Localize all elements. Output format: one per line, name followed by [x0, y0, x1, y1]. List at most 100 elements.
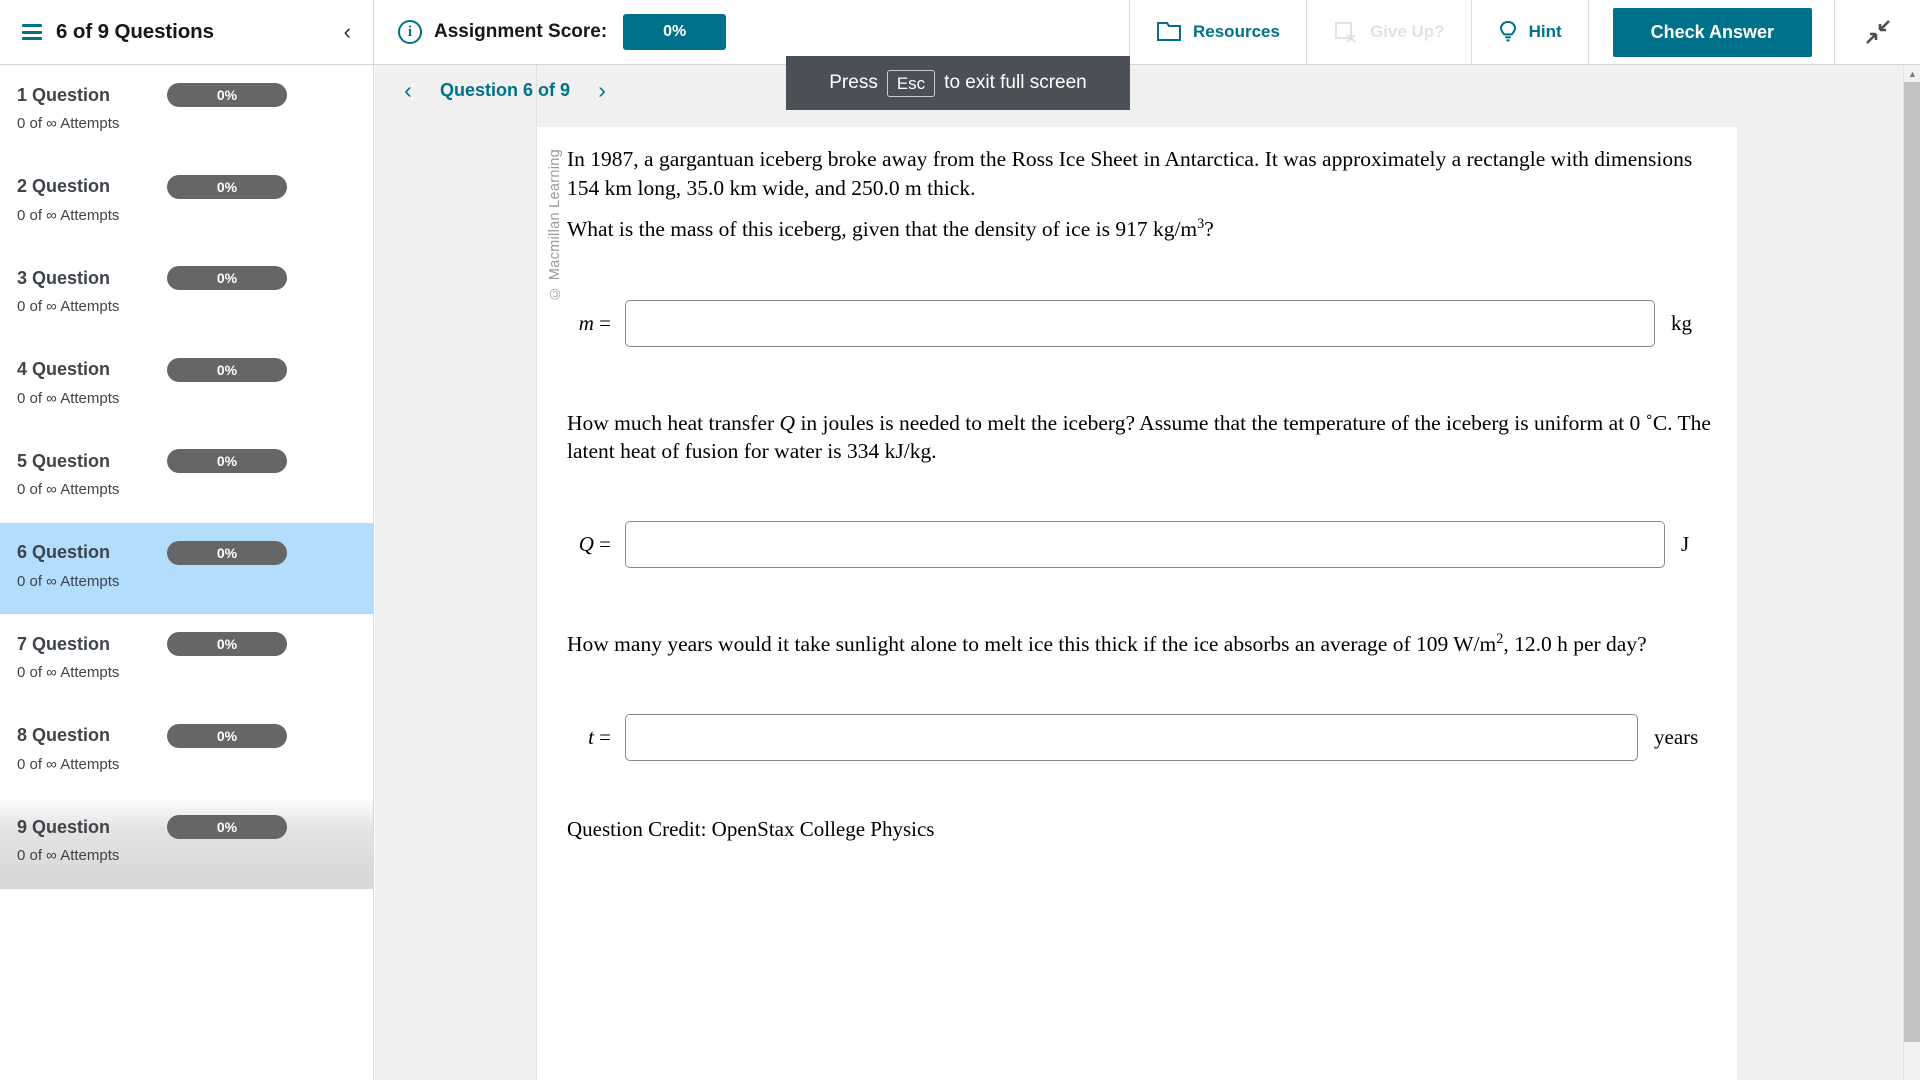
answer-input-mass[interactable] — [625, 299, 1655, 347]
assignment-score-label: Assignment Score: — [434, 21, 608, 42]
paragraph-4-post: , 12.0 h per day? — [1503, 631, 1647, 656]
hint-button[interactable]: Hint — [1470, 0, 1588, 64]
resources-button[interactable]: Resources — [1129, 0, 1306, 64]
sidebar-item-question-2[interactable]: 2 Question 0% 0 of ∞ Attempts — [0, 157, 373, 249]
question-score-pill: 0% — [167, 266, 287, 290]
answer-row-heat: Q = J — [567, 520, 1715, 568]
question-attempts: 0 of ∞ Attempts — [17, 389, 120, 407]
question-paragraph-4: How many years would it take sunlight al… — [567, 630, 1715, 659]
hamburger-icon[interactable] — [22, 24, 42, 40]
questions-panel-header: 6 of 9 Questions ‹ — [0, 0, 374, 64]
question-score-pill: 0% — [167, 449, 287, 473]
answer-input-heat[interactable] — [625, 520, 1665, 568]
lightbulb-icon — [1498, 20, 1518, 44]
question-paragraph-3: How much heat transfer Q in joules is ne… — [567, 409, 1715, 466]
give-up-button: Give Up? — [1305, 0, 1471, 64]
next-question-button[interactable]: › — [582, 79, 622, 102]
page-scrollbar[interactable]: ▲ — [1903, 65, 1920, 1080]
equals-sign: = — [599, 724, 611, 749]
question-attempts: 0 of ∞ Attempts — [17, 115, 120, 132]
check-answer-button[interactable]: Check Answer — [1612, 7, 1812, 57]
resources-label: Resources — [1193, 22, 1280, 41]
question-attempts: 0 of ∞ Attempts — [17, 572, 120, 590]
paragraph-4-pre: How many years would it take sunlight al… — [567, 631, 1497, 656]
assignment-score-group: i Assignment Score: 0% — [374, 0, 750, 64]
question-name: 7 Question — [17, 633, 111, 654]
sidebar-item-question-7[interactable]: 7 Question 0% 0 of ∞ Attempts — [0, 614, 373, 706]
chevron-left-icon[interactable]: ‹ — [344, 21, 351, 43]
question-name: 5 Question — [17, 450, 111, 471]
answer-unit-kg: kg — [1671, 310, 1692, 335]
paragraph-3-a: How much heat transfer — [567, 410, 780, 435]
question-paragraph-2: What is the mass of this iceberg, given … — [567, 215, 1715, 244]
exit-fullscreen-icon[interactable] — [1834, 0, 1920, 64]
assignment-score-badge: 0% — [623, 14, 727, 50]
question-name: 6 Question — [17, 542, 111, 562]
fullscreen-toast: Press Esc to exit full screen — [786, 56, 1130, 110]
sidebar-item-question-6[interactable]: 6 Question 0% 0 of ∞ Attempts — [0, 522, 373, 614]
question-name: 1 Question — [17, 84, 111, 105]
answer-unit-J: J — [1681, 531, 1690, 556]
question-body: In 1987, a gargantuan iceberg broke away… — [537, 145, 1737, 842]
question-name: 8 Question — [17, 725, 111, 745]
info-circle-icon[interactable]: i — [398, 20, 422, 44]
question-card: © Macmillan Learning In 1987, a gargantu… — [537, 127, 1737, 1080]
question-attempts: 0 of ∞ Attempts — [17, 755, 120, 773]
question-score-pill: 0% — [167, 357, 287, 382]
question-name: 3 Question — [17, 267, 111, 288]
question-name: 4 Question — [17, 359, 111, 379]
sidebar-item-question-3[interactable]: 3 Question 0% 0 of ∞ Attempts — [0, 248, 373, 340]
question-credit: Question Credit: OpenStax College Physic… — [567, 816, 935, 841]
question-attempts: 0 of ∞ Attempts — [17, 481, 120, 498]
answer-unit-years: years — [1654, 724, 1699, 749]
top-bar-actions: Resources Give Up? Hint Check Answer — [1129, 0, 1920, 64]
question-score-pill: 0% — [167, 723, 287, 748]
hint-label: Hint — [1528, 22, 1562, 41]
give-up-icon — [1333, 21, 1359, 43]
paragraph-2-post: ? — [1204, 217, 1214, 242]
answer-variable-m: m = — [567, 311, 625, 336]
sidebar-item-question-5[interactable]: 5 Question 0% 0 of ∞ Attempts — [0, 431, 373, 523]
paragraph-2-pre: What is the mass of this iceberg, given … — [567, 217, 1198, 242]
answer-variable-Q: Q = — [567, 532, 625, 557]
question-name: 2 Question — [17, 176, 111, 196]
question-attempts: 0 of ∞ Attempts — [17, 664, 120, 681]
questions-sidebar[interactable]: 1 Question 0% 0 of ∞ Attempts 2 Question… — [0, 65, 374, 1080]
sidebar-item-question-8[interactable]: 8 Question 0% 0 of ∞ Attempts — [0, 706, 373, 798]
caret-up-icon[interactable]: ▲ — [1904, 65, 1920, 82]
equals-sign: = — [599, 531, 611, 556]
sidebar-item-question-9[interactable]: 9 Question 0% 0 of ∞ Attempts — [0, 797, 373, 889]
sidebar-item-question-4[interactable]: 4 Question 0% 0 of ∞ Attempts — [0, 340, 373, 432]
equals-sign: = — [599, 310, 611, 335]
question-attempts: 0 of ∞ Attempts — [17, 847, 120, 864]
question-score-pill: 0% — [167, 632, 287, 656]
answer-input-time[interactable] — [625, 713, 1638, 761]
question-navigation: ‹ Question 6 of 9 › — [375, 65, 1920, 116]
top-bar-spacer — [750, 0, 1129, 64]
prev-question-button[interactable]: ‹ — [388, 79, 428, 102]
variable-symbol: Q — [578, 531, 594, 556]
variable-symbol: m — [578, 310, 594, 335]
question-name: 9 Question — [17, 816, 111, 837]
paragraph-3-var: Q — [779, 410, 796, 435]
answer-row-time: t = years — [567, 713, 1715, 761]
sidebar-bottom-fade — [0, 955, 373, 1080]
question-nav-label: Question 6 of 9 — [440, 80, 571, 100]
question-attempts: 0 of ∞ Attempts — [17, 206, 120, 224]
scrollbar-thumb[interactable] — [1904, 82, 1920, 1042]
toast-press-text: Press — [829, 72, 878, 93]
answer-row-mass: m = kg — [567, 299, 1715, 347]
question-score-pill: 0% — [167, 174, 287, 199]
toast-rest-text: to exit full screen — [944, 72, 1087, 93]
question-score-pill: 0% — [167, 815, 287, 839]
question-paragraph-1: In 1987, a gargantuan iceberg broke away… — [567, 147, 1693, 200]
toast-esc-key: Esc — [886, 69, 936, 97]
sidebar-item-question-1[interactable]: 1 Question 0% 0 of ∞ Attempts — [0, 65, 373, 157]
main-left-divider — [536, 65, 537, 1080]
assignment-page: 6 of 9 Questions ‹ i Assignment Score: 0… — [0, 0, 1920, 1080]
question-score-pill: 0% — [167, 83, 287, 107]
check-answer-group: Check Answer — [1587, 0, 1834, 64]
question-main-area: ‹ Question 6 of 9 › © Macmillan Learning… — [375, 65, 1920, 1080]
copyright-label: © Macmillan Learning — [547, 149, 563, 301]
question-score-pill: 0% — [167, 540, 287, 565]
